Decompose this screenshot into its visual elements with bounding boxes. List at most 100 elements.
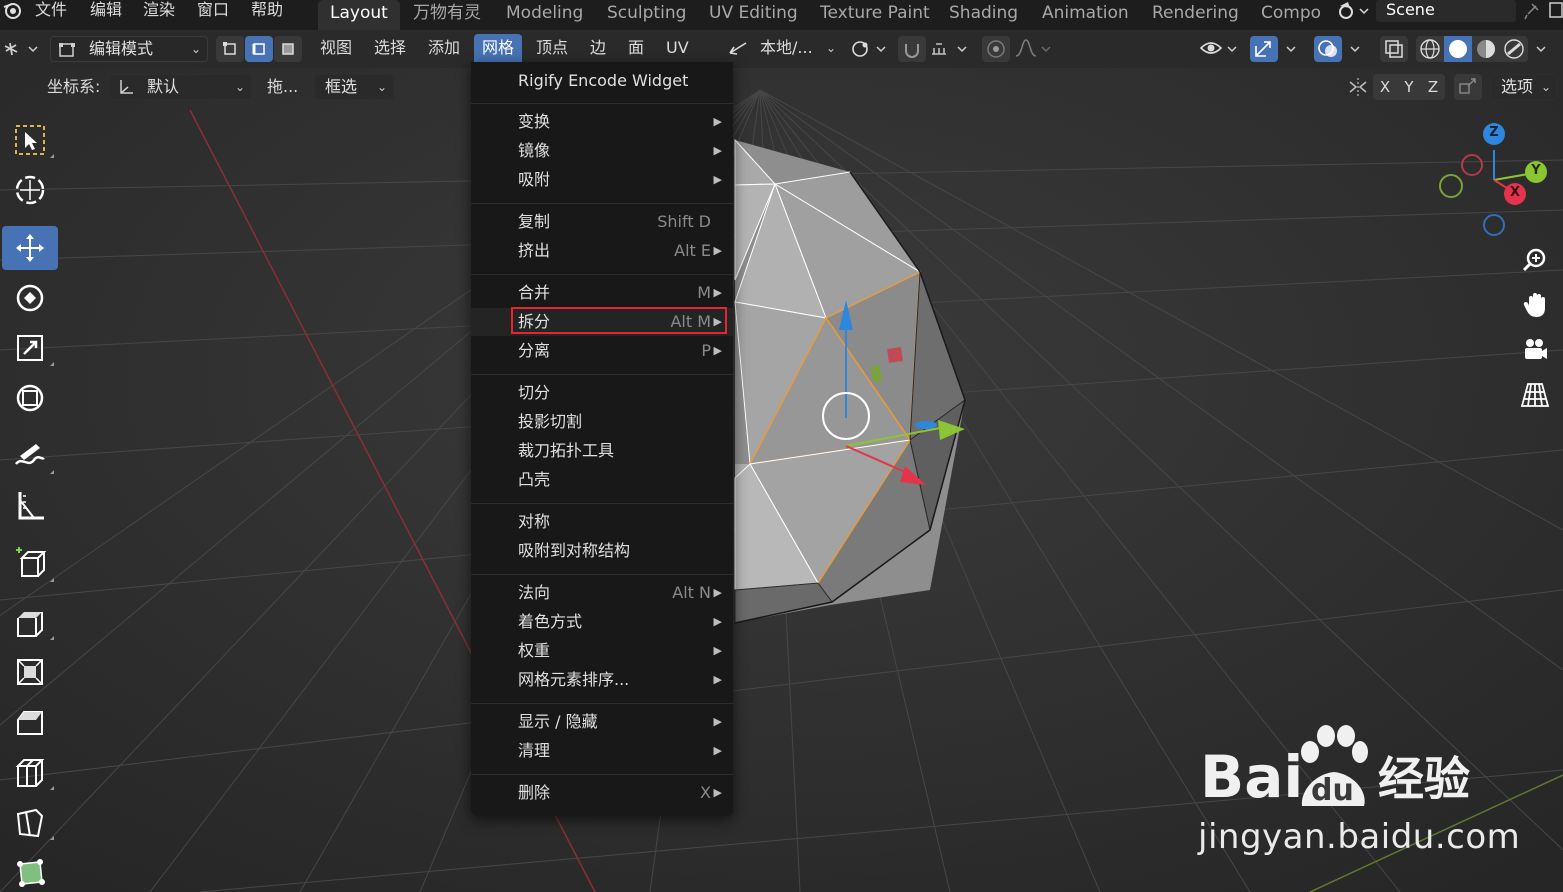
menu-item-symmetrize[interactable]: 对称 [471, 508, 733, 536]
tool-extrude[interactable] [2, 600, 58, 644]
menu-item-show-hide[interactable]: 显示 / 隐藏 ▶ [471, 708, 733, 736]
mirror-options-icon[interactable] [1344, 74, 1372, 100]
header-menu-vertex[interactable]: 顶点 [528, 34, 576, 64]
options-dropdown[interactable]: 选项 ⌄ [1490, 74, 1558, 100]
header-menu-uv[interactable]: UV [658, 34, 697, 64]
menu-item-extrude[interactable]: 挤出 Alt E ▶ [471, 237, 733, 265]
header-menu-face[interactable]: 面 [620, 34, 652, 64]
zoom-view-button[interactable] [1515, 240, 1555, 280]
shading-rendered-button[interactable] [1500, 36, 1528, 62]
scene-name-field[interactable]: Scene [1376, 0, 1516, 22]
vertex-select-mode-button[interactable] [216, 36, 244, 62]
menu-item-convex-hull[interactable]: 凸壳 [471, 466, 733, 494]
edge-select-mode-button[interactable] [245, 36, 273, 62]
snap-target-dropdown[interactable] [928, 36, 972, 62]
workspace-tab-sculpting[interactable]: Sculpting [595, 0, 698, 30]
menu-window[interactable]: 窗口 [197, 0, 229, 22]
camera-view-button[interactable] [1515, 330, 1555, 370]
menu-item-weights[interactable]: 权重 ▶ [471, 637, 733, 665]
editor-type-icon[interactable] [2, 36, 42, 62]
header-menu-select[interactable]: 选择 [366, 34, 414, 64]
workspace-tab-wanwuyouling[interactable]: 万物有灵 [401, 0, 493, 30]
workspace-tab-rendering[interactable]: Rendering [1140, 0, 1251, 30]
menu-item-duplicate[interactable]: 复制 Shift D [471, 208, 733, 236]
menu-item-separate[interactable]: 分离 P ▶ [471, 337, 733, 365]
workspace-tab-texture-paint[interactable]: Texture Paint [808, 0, 942, 30]
header-menu-view[interactable]: 视图 [312, 34, 360, 64]
tool-move[interactable] [2, 226, 58, 270]
workspace-tab-uv-editing[interactable]: UV Editing [697, 0, 810, 30]
shading-chevron-icon[interactable] [1532, 36, 1554, 62]
workspace-tab-shading[interactable]: Shading [937, 0, 1030, 30]
menu-help[interactable]: 帮助 [251, 0, 283, 22]
shading-material-button[interactable] [1472, 36, 1500, 62]
overlays-chevron-icon[interactable] [1346, 36, 1366, 62]
tool-cursor[interactable] [2, 168, 58, 212]
perspective-toggle-button[interactable] [1515, 375, 1555, 415]
menu-item-rigify-encode-widget[interactable]: Rigify Encode Widget [471, 67, 733, 95]
select-mode-dropdown[interactable]: 框选 ⌄ [314, 74, 394, 100]
menu-item-knife-topology-tool[interactable]: 裁刀拓扑工具 [471, 437, 733, 465]
gizmo-z-label[interactable]: Z [1487, 125, 1501, 140]
menu-render[interactable]: 渲染 [143, 0, 175, 22]
tool-poly-build[interactable] [2, 850, 58, 892]
overlays-toggle-button[interactable] [1314, 36, 1342, 62]
tool-loop-cut[interactable] [2, 750, 58, 794]
tool-measure[interactable] [2, 484, 58, 528]
blender-logo-icon[interactable] [2, 1, 24, 21]
tool-transform[interactable] [2, 376, 58, 420]
tool-scale[interactable] [2, 326, 58, 370]
menu-item-bisect[interactable]: 切分 [471, 379, 733, 407]
workspace-tab-layout[interactable]: Layout [318, 0, 400, 30]
tool-select-box[interactable] [2, 118, 58, 162]
header-menu-mesh[interactable]: 网格 [474, 34, 523, 64]
workspace-tab-compositing[interactable]: Compo [1249, 0, 1333, 30]
coord-system-dropdown[interactable]: 默认 ⌄ [108, 74, 252, 100]
tool-rotate[interactable] [2, 276, 58, 320]
mirror-axis-z-button[interactable]: Z [1421, 74, 1445, 100]
menu-item-snap-to-symmetry[interactable]: 吸附到对称结构 [471, 537, 733, 565]
workspace-tab-modeling[interactable]: Modeling [494, 0, 595, 30]
workspace-tab-animation[interactable]: Animation [1030, 0, 1141, 30]
tool-inset[interactable] [2, 650, 58, 694]
shading-wireframe-button[interactable] [1416, 36, 1444, 62]
header-menu-edge[interactable]: 边 [582, 34, 614, 64]
gizmo-y-label[interactable]: Y [1529, 163, 1543, 178]
scene-selector-icon[interactable] [1336, 0, 1374, 22]
tool-annotate[interactable] [2, 434, 58, 478]
menu-file[interactable]: 文件 [35, 0, 67, 22]
gizmo-x-label[interactable]: X [1508, 185, 1522, 200]
menu-item-shading[interactable]: 着色方式 ▶ [471, 608, 733, 636]
menu-edit[interactable]: 编辑 [90, 0, 122, 22]
shading-solid-button[interactable] [1444, 36, 1472, 62]
mode-dropdown[interactable]: 编辑模式 ⌄ [50, 36, 208, 62]
menu-item-sort-elements[interactable]: 网格元素排序... ▶ [471, 666, 733, 694]
gizmo-toggle-button[interactable] [1250, 36, 1278, 62]
mirror-axis-x-button[interactable]: X [1373, 74, 1397, 100]
new-scene-icon[interactable] [1547, 0, 1563, 22]
tool-knife[interactable] [2, 800, 58, 844]
mirror-axis-y-button[interactable]: Y [1397, 74, 1421, 100]
menu-item-knife-project[interactable]: 投影切割 [471, 408, 733, 436]
menu-item-merge[interactable]: 合并 M ▶ [471, 279, 733, 307]
tool-add-cube[interactable] [2, 542, 58, 586]
menu-item-mirror[interactable]: 镜像 ▶ [471, 137, 733, 165]
pin-icon[interactable] [1522, 0, 1542, 22]
proportional-edit-button[interactable] [982, 36, 1010, 62]
auto-merge-button[interactable] [1454, 74, 1482, 100]
header-menu-add[interactable]: 添加 [420, 34, 468, 64]
menu-item-transform[interactable]: 变换 ▶ [471, 108, 733, 136]
face-select-mode-button[interactable] [274, 36, 302, 62]
transform-orientation-dropdown[interactable]: 本地/... ⌄ [726, 36, 838, 62]
proportional-falloff-dropdown[interactable] [1012, 36, 1056, 62]
tool-bevel[interactable] [2, 700, 58, 744]
gizmo-chevron-icon[interactable] [1282, 36, 1302, 62]
pivot-point-button[interactable] [846, 36, 890, 62]
visibility-dropdown[interactable] [1198, 36, 1242, 62]
xray-toggle-button[interactable] [1380, 36, 1408, 62]
menu-item-clean-up[interactable]: 清理 ▶ [471, 737, 733, 765]
menu-item-normals[interactable]: 法向 Alt N ▶ [471, 579, 733, 607]
menu-item-delete[interactable]: 删除 X ▶ [471, 779, 733, 807]
pan-view-button[interactable] [1515, 285, 1555, 325]
menu-item-snap[interactable]: 吸附 ▶ [471, 166, 733, 194]
